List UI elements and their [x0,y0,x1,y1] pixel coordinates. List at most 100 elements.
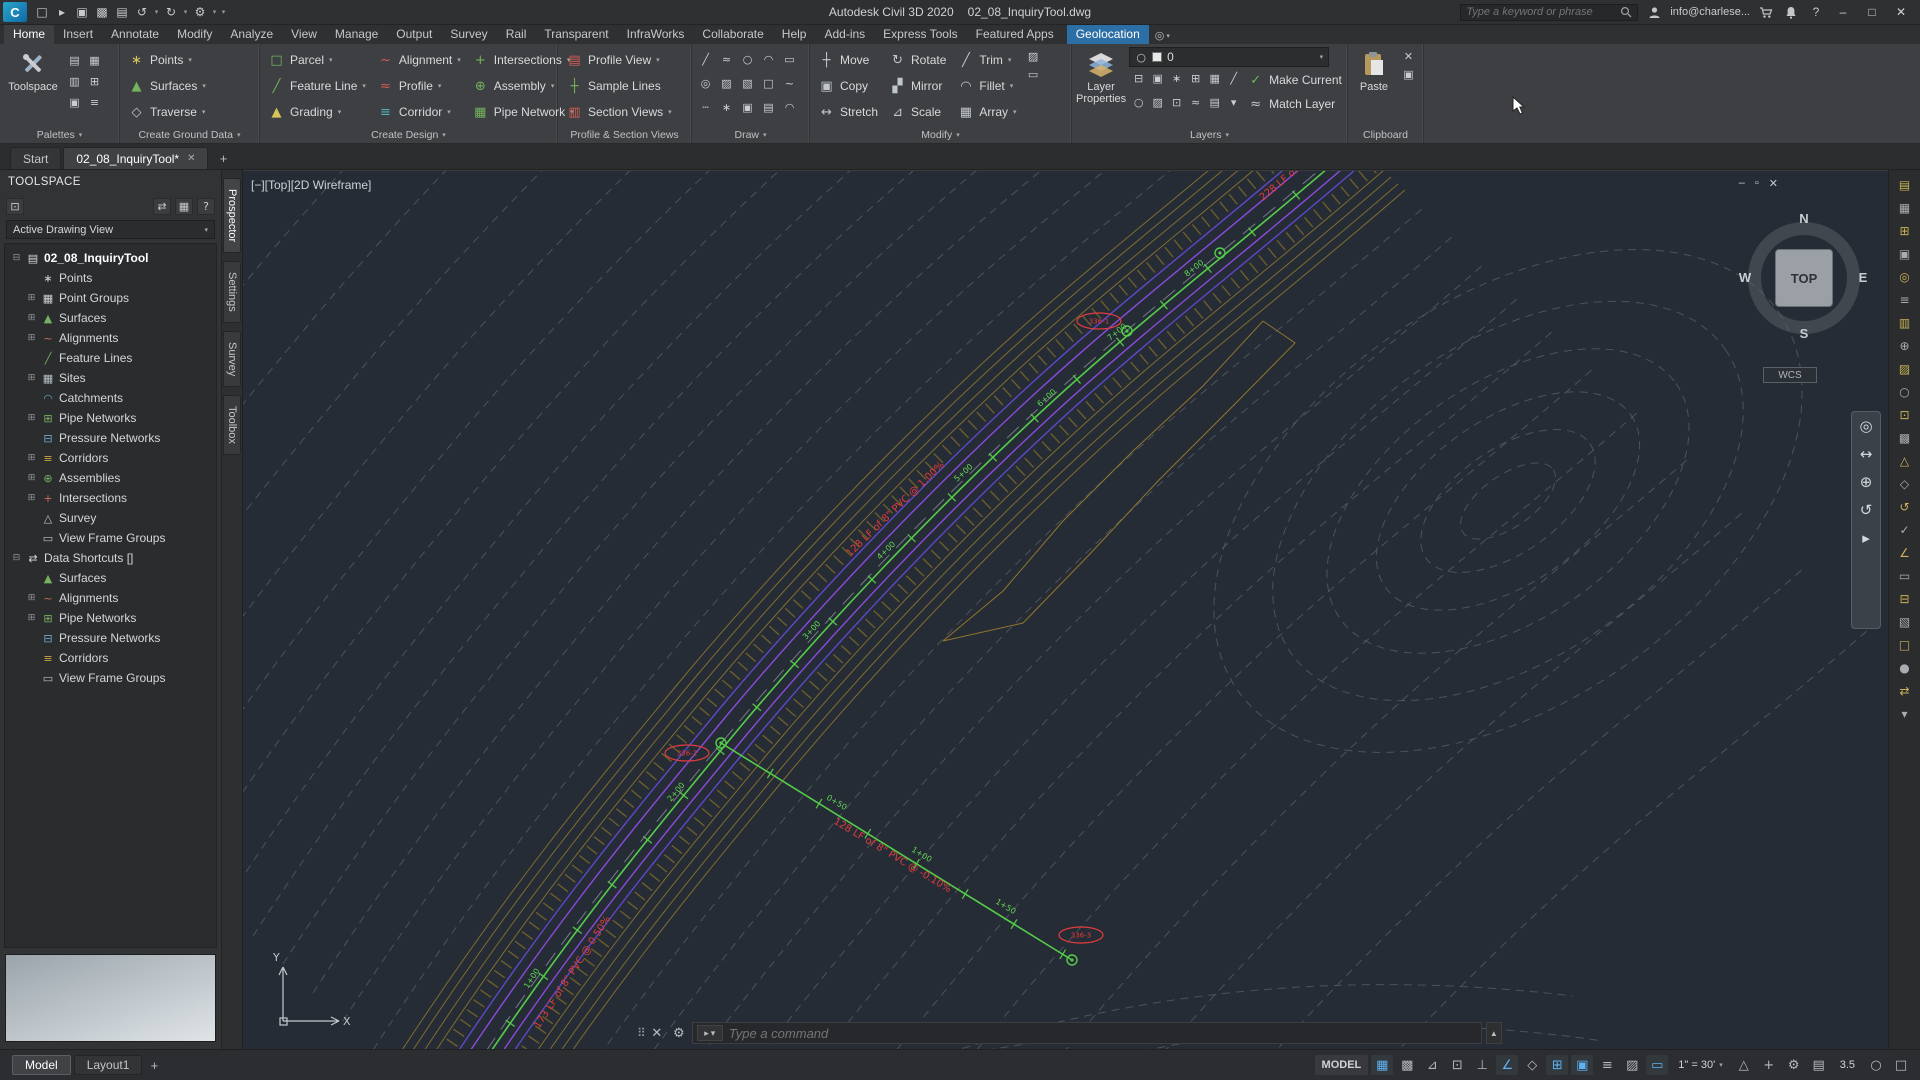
tree-expander-icon[interactable]: ⊞ [26,493,37,503]
panel-label-layers[interactable]: Layers ▾ [1072,126,1347,143]
tree-item-point-groups[interactable]: ⊞ ▦ Point Groups [5,288,216,308]
line-icon[interactable]: ╱ [696,50,715,68]
doc-restore-icon[interactable]: ▫ [1755,177,1759,190]
window-close-icon[interactable]: ✕ [1890,2,1912,22]
dock-tool-icon[interactable]: ▤ [1895,176,1915,193]
dock-tool-icon[interactable]: ▾ [1895,705,1915,722]
tree-item-corridors[interactable]: ⊞ ≡ Corridors [5,448,216,468]
dock-tool-icon[interactable]: ◇ [1895,475,1915,492]
dock-tool-icon[interactable]: ⇄ [1895,682,1915,699]
layer-properties-button[interactable]: Layer Properties [1076,47,1126,105]
layer-dropdown[interactable]: ○ 0 ▾ [1129,47,1330,67]
window-maximize-icon[interactable]: □ [1861,2,1883,22]
toolspace-display-icon[interactable]: ⊡ [6,197,24,215]
dock-tool-icon[interactable]: ▧ [1895,613,1915,630]
tree-item-alignments[interactable]: ⊞ ~ Alignments [5,328,216,348]
command-input[interactable] [728,1025,1477,1041]
layer-thaw-icon[interactable]: ▨ [1148,93,1167,111]
command-expand-icon[interactable]: ▲ [1485,1022,1502,1044]
account-name[interactable]: info@charlese... [1670,6,1750,18]
construction-line-icon[interactable]: ┄ [696,98,715,116]
redo-icon[interactable]: ↻ [161,3,181,22]
ribbon-tab-insert[interactable]: Insert [54,25,102,44]
dock-tool-icon[interactable]: ⊞ [1895,222,1915,239]
toolspace-help-icon[interactable]: ? [197,197,215,215]
workspace-gear-icon[interactable]: ⚙ [1783,1055,1805,1075]
polar-tracking-icon[interactable]: ∠ [1496,1055,1519,1075]
tree-item-corridors[interactable]: ≡ Corridors [5,648,216,668]
rotate-button[interactable]: ↻ Rotate [885,47,950,73]
scale-button[interactable]: ⊿ Scale [885,99,950,125]
layout-tab-model[interactable]: Model [12,1055,71,1075]
layers-more-icon[interactable]: ▾ [1224,93,1243,111]
annotation-monitor-icon[interactable]: ▤ [1808,1055,1830,1075]
panel-label-profile-section-views[interactable]: Profile & Section Views [558,126,691,143]
match-layer-props-icon[interactable]: ≈ [1186,93,1205,111]
circle-icon[interactable]: ○ [738,50,757,68]
start-tab[interactable]: Start [10,147,62,169]
ribbon-tab-manage[interactable]: Manage [326,25,387,44]
viewcube-top-face[interactable]: TOP [1775,249,1833,307]
region-icon[interactable]: ▣ [738,98,757,116]
wcs-dropdown[interactable]: WCS [1763,367,1817,383]
plot-icon[interactable]: ▤ [112,3,132,22]
tree-item-intersections[interactable]: ⊞ + Intersections [5,488,216,508]
match-layer-button[interactable]: ≈ Match Layer [1243,93,1339,115]
view-selector-dropdown[interactable]: Active Drawing View ▾ [6,220,215,239]
pan-icon[interactable]: ↔ [1860,446,1873,462]
panel-label-create-design[interactable]: Create Design ▾ [260,126,557,143]
tree-item-pipe-networks[interactable]: ⊞ ⊞ Pipe Networks [5,408,216,428]
hatch-icon[interactable]: ▨ [717,74,736,92]
arc-icon[interactable]: ◠ [759,50,778,68]
tree-expander-icon[interactable]: ⊞ [26,313,37,323]
dock-tool-icon[interactable]: ∠ [1895,544,1915,561]
dock-tool-icon[interactable]: ⊟ [1895,590,1915,607]
measure-icon[interactable]: ▭ [1024,65,1043,83]
dock-tool-icon[interactable]: ○ [1895,383,1915,400]
tree-expander-icon[interactable]: ⊟ [11,253,22,263]
tree-item-assemblies[interactable]: ⊞ ⊕ Assemblies [5,468,216,488]
close-document-icon[interactable]: ✕ [187,153,195,164]
layer-on-icon[interactable]: ○ [1129,93,1148,111]
tree-item-data-shortcuts[interactable]: ⊟ ⇄ Data Shortcuts [] [5,548,216,568]
app-logo-icon[interactable]: C [3,2,27,22]
ribbon-overflow-icon[interactable]: ◎ [1155,29,1165,42]
tree-item-feature-lines[interactable]: ╱ Feature Lines [5,348,216,368]
ribbon-display-toggle[interactable]: ◎ ▾ [1155,29,1170,44]
dock-tool-icon[interactable]: ▦ [1895,199,1915,216]
gradient-icon[interactable]: ▧ [738,74,757,92]
viewcube[interactable]: N W E S TOP [1736,211,1869,343]
survey-toolspace-icon[interactable]: ⊞ [85,72,104,90]
viewcube-south[interactable]: S [1795,326,1813,341]
sample-lines-button[interactable]: ┼ Sample Lines [562,73,676,99]
tree-item-alignments[interactable]: ⊞ ~ Alignments [5,588,216,608]
qat-customize-caret-icon[interactable]: ▾ [219,3,228,22]
tree-item-sites[interactable]: ⊞ ▦ Sites [5,368,216,388]
annotation-scale-label[interactable]: 1" = 30' ▾ [1671,1055,1729,1075]
lineweight-icon[interactable]: ≡ [1596,1055,1618,1075]
ribbon-tab-infraworks[interactable]: InfraWorks [618,25,694,44]
drawing-canvas[interactable]: 1+002+003+004+005+006+007+008+000+501+00… [243,171,1888,1049]
points-button[interactable]: ∗ Points ▾ [124,47,210,73]
ribbon-tab-express-tools[interactable]: Express Tools [874,25,966,44]
rectangle-icon[interactable]: ▭ [780,50,799,68]
viewcube-west[interactable]: W [1736,270,1754,285]
freeze-layer-icon[interactable]: ∗ [1167,69,1186,87]
ribbon-tab-collaborate[interactable]: Collaborate [693,25,772,44]
panel-label-palettes[interactable]: Palettes ▾ [0,126,119,143]
make-current-button[interactable]: ✓ Make Current [1243,69,1346,91]
profile-button[interactable]: ≈ Profile ▾ [373,73,465,99]
notification-bell-icon[interactable] [1782,3,1800,21]
dock-tool-icon[interactable]: ▩ [1895,429,1915,446]
corridor-button[interactable]: ≡ Corridor ▾ [373,99,465,125]
search-icon[interactable] [1620,6,1632,18]
boundary-icon[interactable]: □ [759,74,778,92]
panel-label-clipboard[interactable]: Clipboard [1348,126,1423,143]
tree-expander-icon[interactable]: ⊞ [26,413,37,423]
alignment-button[interactable]: ~ Alignment ▾ [373,47,465,73]
cut-icon[interactable]: ✕ [1399,47,1418,65]
tree-item-pipe-networks[interactable]: ⊞ ⊞ Pipe Networks [5,608,216,628]
osnap-tracking-icon[interactable]: ⊞ [1546,1055,1569,1075]
undo-caret-icon[interactable]: ▾ [152,3,161,22]
ribbon-tab-home[interactable]: Home [4,25,55,44]
